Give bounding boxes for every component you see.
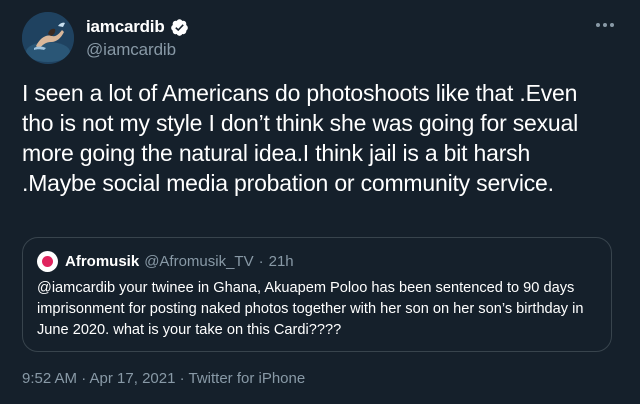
- display-name-row: iamcardib: [86, 16, 189, 38]
- tweet-timestamp[interactable]: 9:52 AM · Apr 17, 2021 · Twitter for iPh…: [22, 370, 305, 387]
- quoted-author-avatar: [37, 250, 58, 272]
- author-avatar[interactable]: [22, 12, 74, 64]
- quoted-separator: ·: [258, 252, 264, 270]
- more-dot: [603, 23, 607, 27]
- quoted-tweet-header: Afromusik @Afromusik_TV · 21h: [37, 250, 597, 272]
- tweet-card: iamcardib @iamcardib I seen a lot of Ame…: [0, 0, 640, 404]
- quoted-author-handle: @Afromusik_TV: [144, 252, 254, 270]
- quoted-tweet[interactable]: Afromusik @Afromusik_TV · 21h @iamcardib…: [22, 237, 612, 352]
- author-display-name[interactable]: iamcardib: [86, 17, 165, 37]
- quoted-tweet-text: @iamcardib your twinee in Ghana, Akuapem…: [37, 280, 584, 338]
- author-handle[interactable]: @iamcardib: [86, 40, 189, 60]
- more-dot: [610, 23, 614, 27]
- avatar-image: [22, 12, 74, 64]
- quoted-time: 21h: [268, 252, 294, 270]
- quoted-author-display-name: Afromusik: [65, 252, 140, 270]
- more-dot: [596, 23, 600, 27]
- more-options-icon[interactable]: [592, 16, 618, 34]
- tweet-text: I seen a lot of Americans do photoshoots…: [22, 80, 579, 196]
- verified-badge-icon: [170, 18, 189, 37]
- avatar-dot: [42, 255, 53, 267]
- author-names: iamcardib @iamcardib: [86, 16, 189, 60]
- tweet-header: iamcardib @iamcardib: [22, 12, 622, 64]
